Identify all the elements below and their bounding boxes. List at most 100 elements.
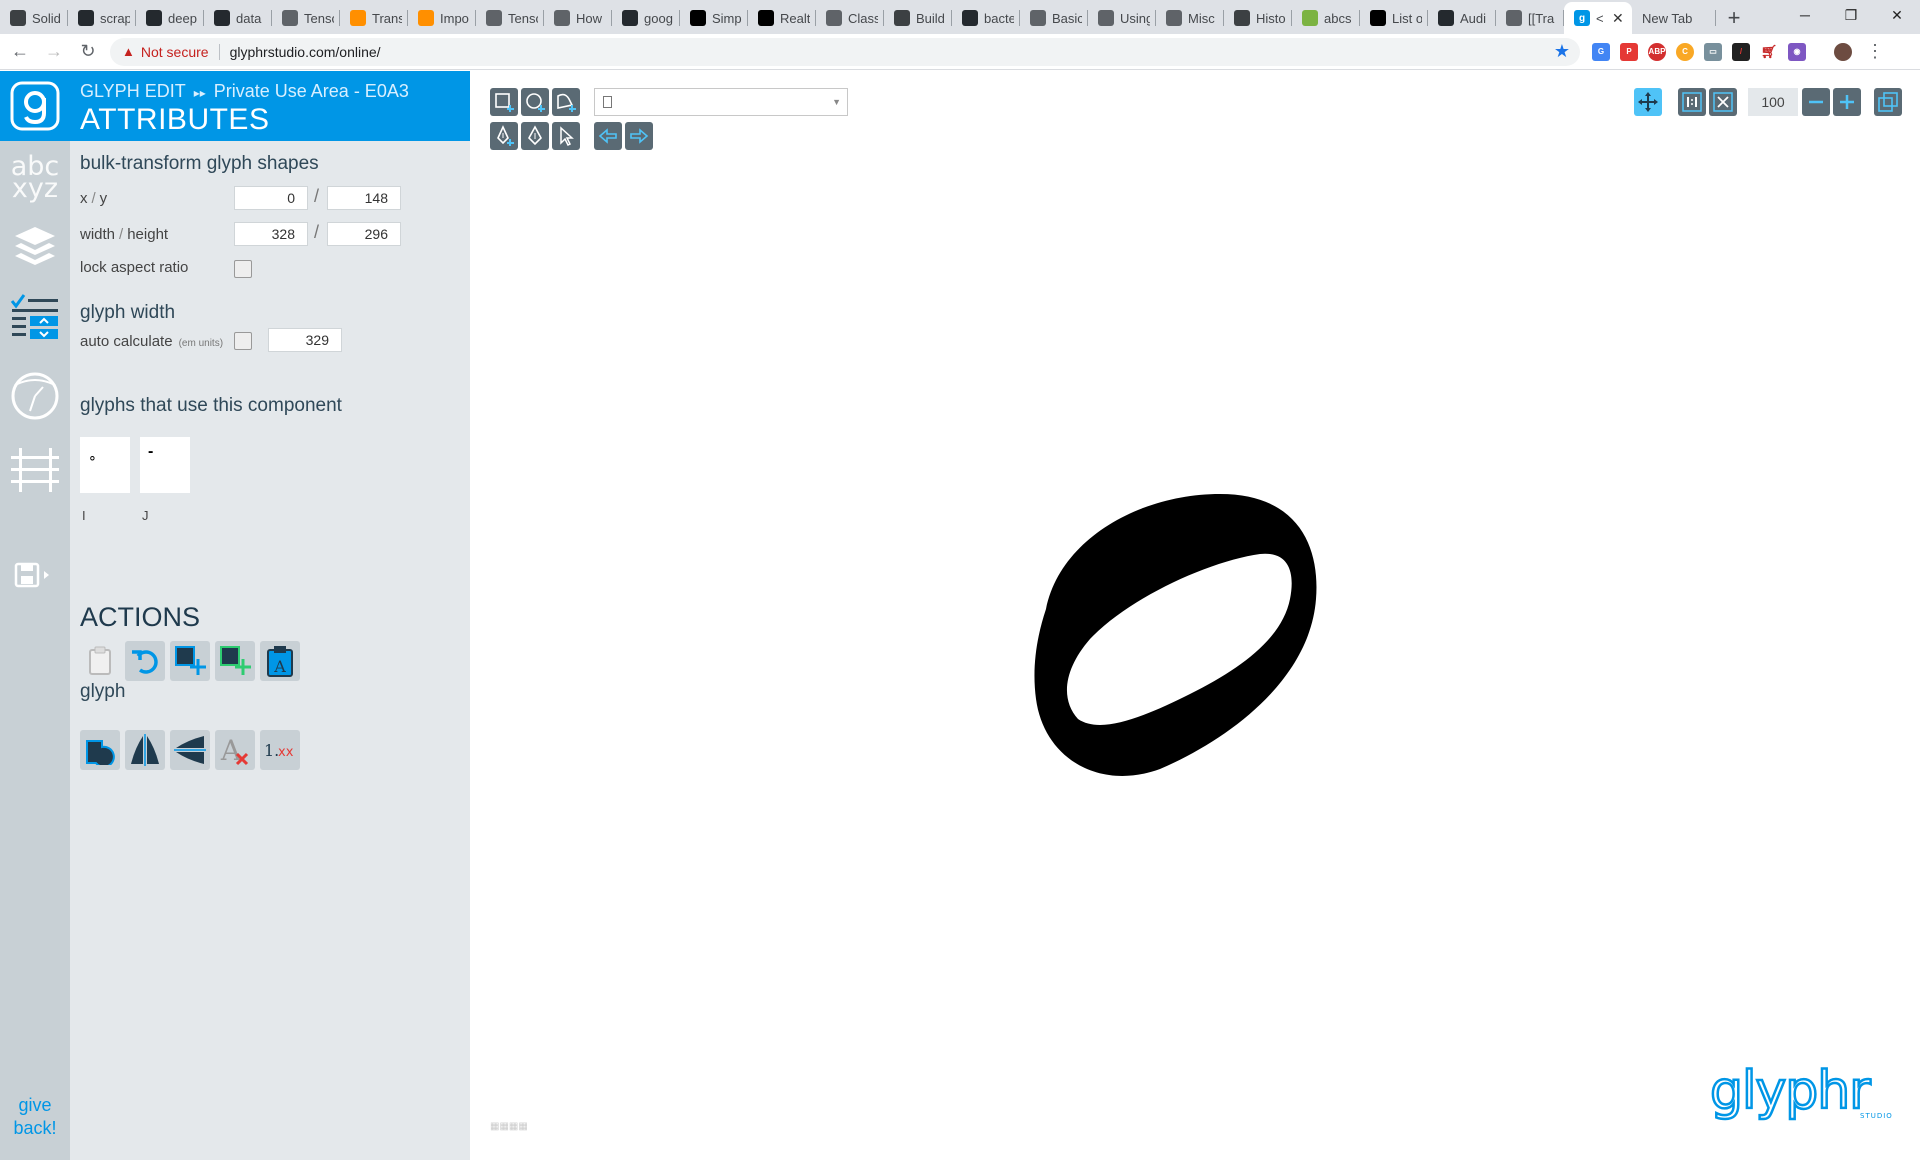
- tab-6[interactable]: Impo: [408, 2, 476, 34]
- address-bar[interactable]: ▲ Not secure glyphrstudio.com/online/ ★: [110, 37, 1580, 66]
- bookmark-star-icon[interactable]: ★: [1554, 41, 1570, 62]
- tab-17[interactable]: Misc: [1156, 2, 1224, 34]
- zoom-level[interactable]: 100: [1748, 88, 1798, 116]
- pop-out-button[interactable]: [1874, 88, 1902, 116]
- tab-21[interactable]: Audi: [1428, 2, 1496, 34]
- tab-3[interactable]: data: [204, 2, 272, 34]
- combine-shapes-button[interactable]: [80, 730, 120, 770]
- shape-dropdown[interactable]: ▼: [594, 88, 848, 116]
- flip-horizontal-button[interactable]: [125, 730, 165, 770]
- clear-glyph-button[interactable]: A: [215, 730, 255, 770]
- bulk-transform-heading: bulk-transform glyph shapes: [80, 153, 319, 174]
- vpn-icon[interactable]: ◉: [1788, 42, 1806, 61]
- cart-icon[interactable]: 🛒︎: [1760, 42, 1778, 61]
- reload-icon[interactable]: ↻: [74, 38, 102, 66]
- close-window-icon[interactable]: ✕: [1874, 0, 1920, 30]
- add-shape-button[interactable]: [170, 641, 210, 681]
- component-glyph-thumb-j[interactable]: -: [140, 437, 190, 493]
- profile-avatar[interactable]: [1834, 42, 1852, 61]
- grid-icon[interactable]: [8, 443, 62, 497]
- keyboard-shortcuts-icon[interactable]: ▦▦▦▦: [490, 1121, 528, 1135]
- left-nav: abc xyz give back!: [0, 71, 70, 1160]
- paste-glyph-button[interactable]: A: [260, 641, 300, 681]
- pen-tool[interactable]: [521, 122, 549, 150]
- abcxyz-icon[interactable]: abc xyz: [8, 151, 62, 205]
- tab-22[interactable]: [[Tra: [1496, 2, 1564, 34]
- give-back-link[interactable]: give back!: [0, 1094, 70, 1140]
- tab-0[interactable]: Solid: [0, 2, 68, 34]
- tab-1[interactable]: scrap: [68, 2, 136, 34]
- new-rectangle-tool[interactable]: [490, 88, 518, 116]
- restore-icon[interactable]: ❐: [1828, 0, 1874, 30]
- fit-to-screen-button[interactable]: [1709, 88, 1737, 116]
- next-glyph-button[interactable]: [625, 122, 653, 150]
- pan-tool[interactable]: [1634, 88, 1662, 116]
- tab-9[interactable]: goog: [612, 2, 680, 34]
- close-tab-icon[interactable]: ✕: [1612, 10, 1624, 27]
- tab-18[interactable]: Histo: [1224, 2, 1292, 34]
- coupon-icon[interactable]: C: [1676, 42, 1694, 61]
- flip-vertical-button[interactable]: [170, 730, 210, 770]
- layers-icon[interactable]: [8, 219, 62, 273]
- add-component-button[interactable]: [215, 641, 255, 681]
- screenshot-icon[interactable]: ▭: [1704, 42, 1722, 61]
- glyph-width-input[interactable]: 329: [268, 328, 342, 352]
- auto-calculate-checkbox[interactable]: [234, 332, 252, 350]
- tab-19[interactable]: abcs: [1292, 2, 1360, 34]
- breadcrumb-mode[interactable]: GLYPH EDIT: [80, 81, 186, 101]
- tab-12[interactable]: Class: [816, 2, 884, 34]
- breadcrumb-item[interactable]: Private Use Area - E0A3: [214, 81, 409, 101]
- previous-glyph-button[interactable]: [594, 122, 622, 150]
- paste-button[interactable]: [80, 641, 120, 681]
- x-input[interactable]: 0: [234, 186, 308, 210]
- new-path-tool[interactable]: [552, 88, 580, 116]
- lock-aspect-checkbox[interactable]: [234, 260, 252, 278]
- tab-4[interactable]: Tenso: [272, 2, 340, 34]
- attributes-icon[interactable]: [8, 291, 62, 345]
- zoom-in-button[interactable]: [1833, 88, 1861, 116]
- undo-button[interactable]: [125, 641, 165, 681]
- glyph-width-heading: glyph width: [80, 302, 176, 323]
- minimize-icon[interactable]: ─: [1782, 0, 1828, 30]
- glyphr-logo[interactable]: [0, 71, 70, 141]
- tab-5[interactable]: Trans: [340, 2, 408, 34]
- guides-icon[interactable]: [8, 369, 62, 423]
- tab-20[interactable]: List o: [1360, 2, 1428, 34]
- select-tool[interactable]: [552, 122, 580, 150]
- adblock-icon[interactable]: ABP: [1648, 42, 1666, 61]
- height-input[interactable]: 296: [327, 222, 401, 246]
- actual-size-button[interactable]: [1678, 88, 1706, 116]
- pocket-icon[interactable]: P: [1620, 42, 1638, 61]
- tab-active-glyphr[interactable]: g < ✕: [1564, 2, 1632, 34]
- pen-plus-tool[interactable]: [490, 122, 518, 150]
- glyph-ring-shape[interactable]: [1020, 479, 1360, 789]
- tab-14[interactable]: bacte: [952, 2, 1020, 34]
- glyph-preview: ∘: [88, 449, 97, 465]
- path-tool-icon: [557, 93, 576, 112]
- tab-8[interactable]: How: [544, 2, 612, 34]
- component-glyph-thumb-i[interactable]: ∘: [80, 437, 130, 493]
- not-secure-label[interactable]: Not secure: [141, 44, 209, 60]
- tab-new-tab[interactable]: New Tab: [1632, 2, 1716, 34]
- back-icon[interactable]: ←: [6, 38, 34, 66]
- new-tab-button[interactable]: +: [1716, 2, 1752, 34]
- tab-15[interactable]: Basic: [1020, 2, 1088, 34]
- tab-7[interactable]: Tenso: [476, 2, 544, 34]
- menu-icon[interactable]: ⋮: [1866, 41, 1884, 62]
- tab-11[interactable]: Realt: [748, 2, 816, 34]
- translate-icon[interactable]: G: [1592, 42, 1610, 61]
- tab-10[interactable]: Simp: [680, 2, 748, 34]
- zoom-out-button[interactable]: [1802, 88, 1830, 116]
- y-input[interactable]: 148: [327, 186, 401, 210]
- new-oval-tool[interactable]: [521, 88, 549, 116]
- tab-2[interactable]: deep: [136, 2, 204, 34]
- tab-13[interactable]: Build: [884, 2, 952, 34]
- tab-16[interactable]: Using: [1088, 2, 1156, 34]
- forward-icon[interactable]: →: [40, 38, 68, 66]
- edit-canvas[interactable]: ▼ 100 ▦▦▦▦ glyphr STUDIO: [470, 71, 1920, 1160]
- url-text[interactable]: glyphrstudio.com/online/: [230, 44, 381, 60]
- dark-reader-icon[interactable]: /: [1732, 42, 1750, 61]
- save-icon[interactable]: [6, 549, 60, 603]
- round-values-button[interactable]: 1. xx: [260, 730, 300, 770]
- width-input[interactable]: 328: [234, 222, 308, 246]
